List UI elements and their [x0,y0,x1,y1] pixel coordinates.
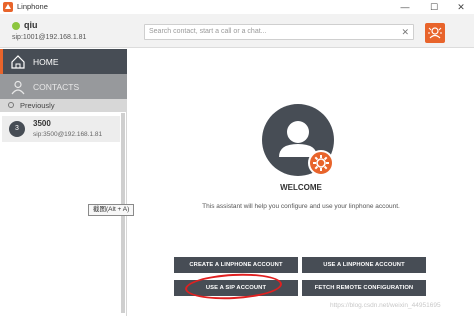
conversation-address: sip:3500@192.168.1.81 [33,131,103,138]
maximize-button[interactable]: ☐ [421,0,447,14]
search-placeholder: Search contact, start a call or a chat..… [149,28,267,35]
welcome-title: WELCOME [280,183,322,192]
title-bar: Linphone — ☐ ✕ [0,0,474,14]
clear-search-icon[interactable]: ✕ [401,27,409,37]
gear-icon [308,150,334,176]
account-name[interactable]: qiu [24,20,38,30]
conversation-item[interactable]: 3 3500 sip:3500@192.168.1.81 [2,116,120,142]
call-icon [428,27,442,39]
minimize-button[interactable]: — [392,0,418,14]
account-address: sip:1001@192.168.1.81 [12,34,87,41]
previously-header[interactable]: Previously [0,99,127,112]
assistant-panel: WELCOME This assistant will help you con… [128,49,474,316]
use-linphone-account-button[interactable]: USE A LINPHONE ACCOUNT [302,257,426,273]
avatar: 3 [9,121,25,137]
nav-contacts-label: CONTACTS [33,82,80,92]
assistant-description: This assistant will help you configure a… [202,203,400,210]
conversation-name: 3500 [33,119,51,128]
search-input[interactable]: Search contact, start a call or a chat..… [144,24,414,40]
person-icon [11,80,25,95]
window-title: Linphone [17,2,48,11]
presence-indicator[interactable] [12,22,20,30]
create-linphone-account-button[interactable]: CREATE A LINPHONE ACCOUNT [174,257,298,273]
active-indicator [0,49,3,74]
nav-home-label: HOME [33,57,59,67]
close-button[interactable]: ✕ [448,0,474,14]
nav-contacts[interactable]: CONTACTS [0,74,127,99]
nav-home[interactable]: HOME [0,49,127,74]
collapse-icon [8,102,14,108]
linphone-logo-icon [3,2,13,12]
account-header: qiu sip:1001@192.168.1.81 Search contact… [0,14,474,48]
home-icon [11,55,25,69]
previously-label: Previously [20,101,55,110]
sidebar: HOME CONTACTS Previously 3 3500 sip:3500… [0,49,127,316]
watermark: https://blog.csdn.net/weixin_44951695 [330,302,441,309]
fetch-remote-configuration-button[interactable]: FETCH REMOTE CONFIGURATION [302,280,426,296]
call-button[interactable] [425,23,445,43]
